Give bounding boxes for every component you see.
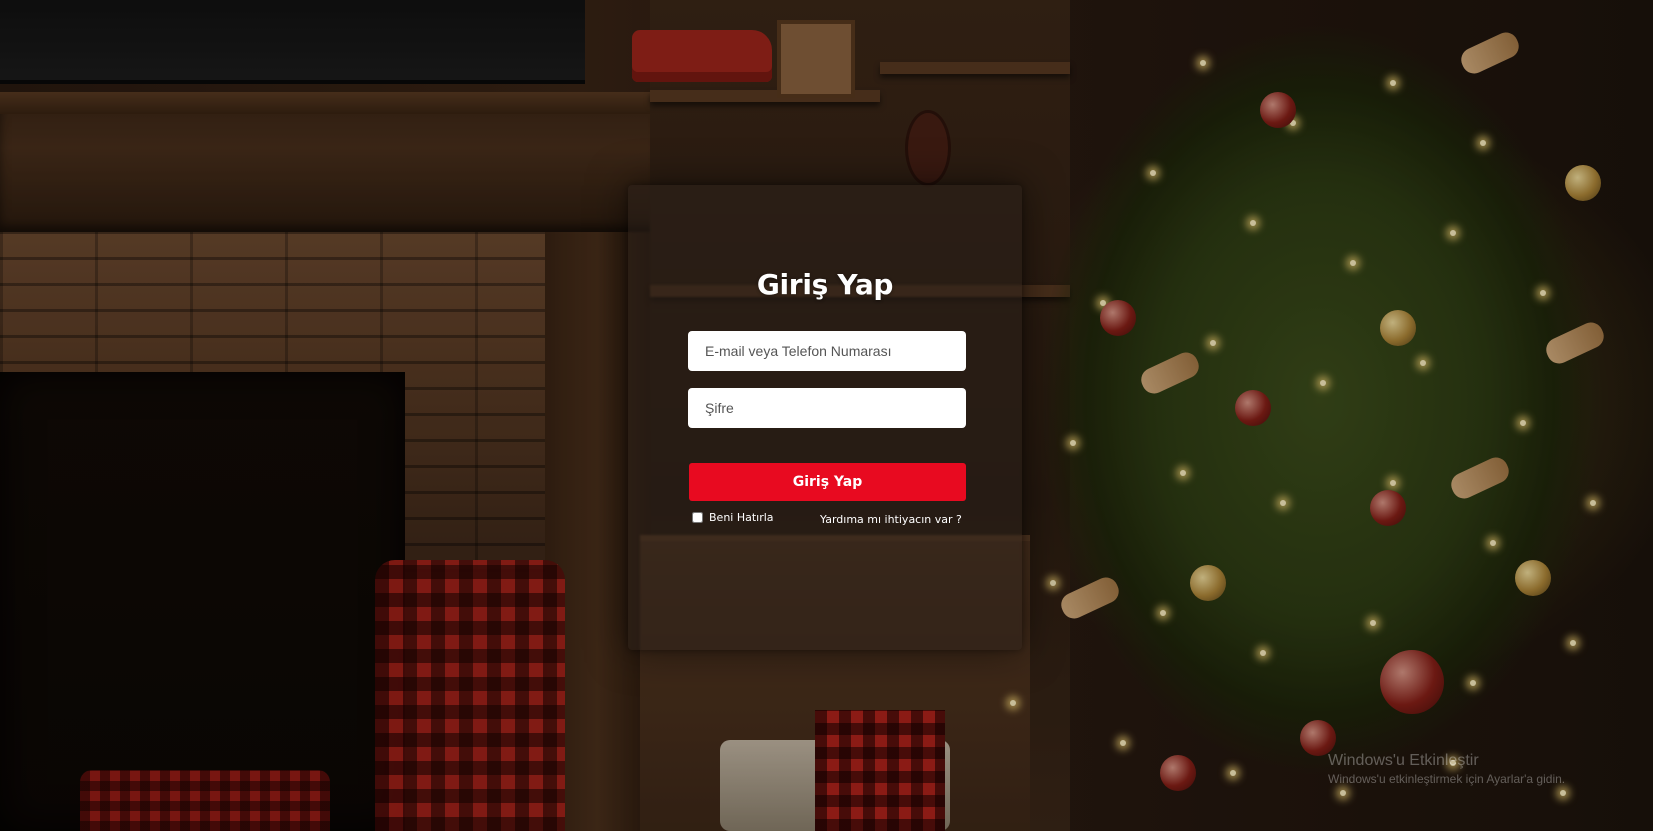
page: Giriş Yap Giriş Yap Beni Hatırla Yardıma… <box>0 0 1653 831</box>
help-link[interactable]: Yardıma mı ihtiyacın var ? <box>820 513 962 526</box>
windows-activation-watermark: Windows'u Etkinleştir Windows'u etkinleş… <box>1328 752 1565 786</box>
watermark-title: Windows'u Etkinleştir <box>1328 752 1479 769</box>
login-title: Giriş Yap <box>756 268 894 301</box>
watermark-subtitle: Windows'u etkinleştirmek için Ayarlar'a … <box>1328 772 1566 786</box>
remember-me[interactable]: Beni Hatırla <box>692 511 774 524</box>
email-field[interactable] <box>688 331 966 371</box>
password-field[interactable] <box>688 388 966 428</box>
remember-me-checkbox[interactable] <box>692 512 703 523</box>
remember-me-label: Beni Hatırla <box>709 511 774 524</box>
login-button[interactable]: Giriş Yap <box>689 463 966 501</box>
login-card: Giriş Yap Giriş Yap Beni Hatırla Yardıma… <box>628 185 1022 650</box>
